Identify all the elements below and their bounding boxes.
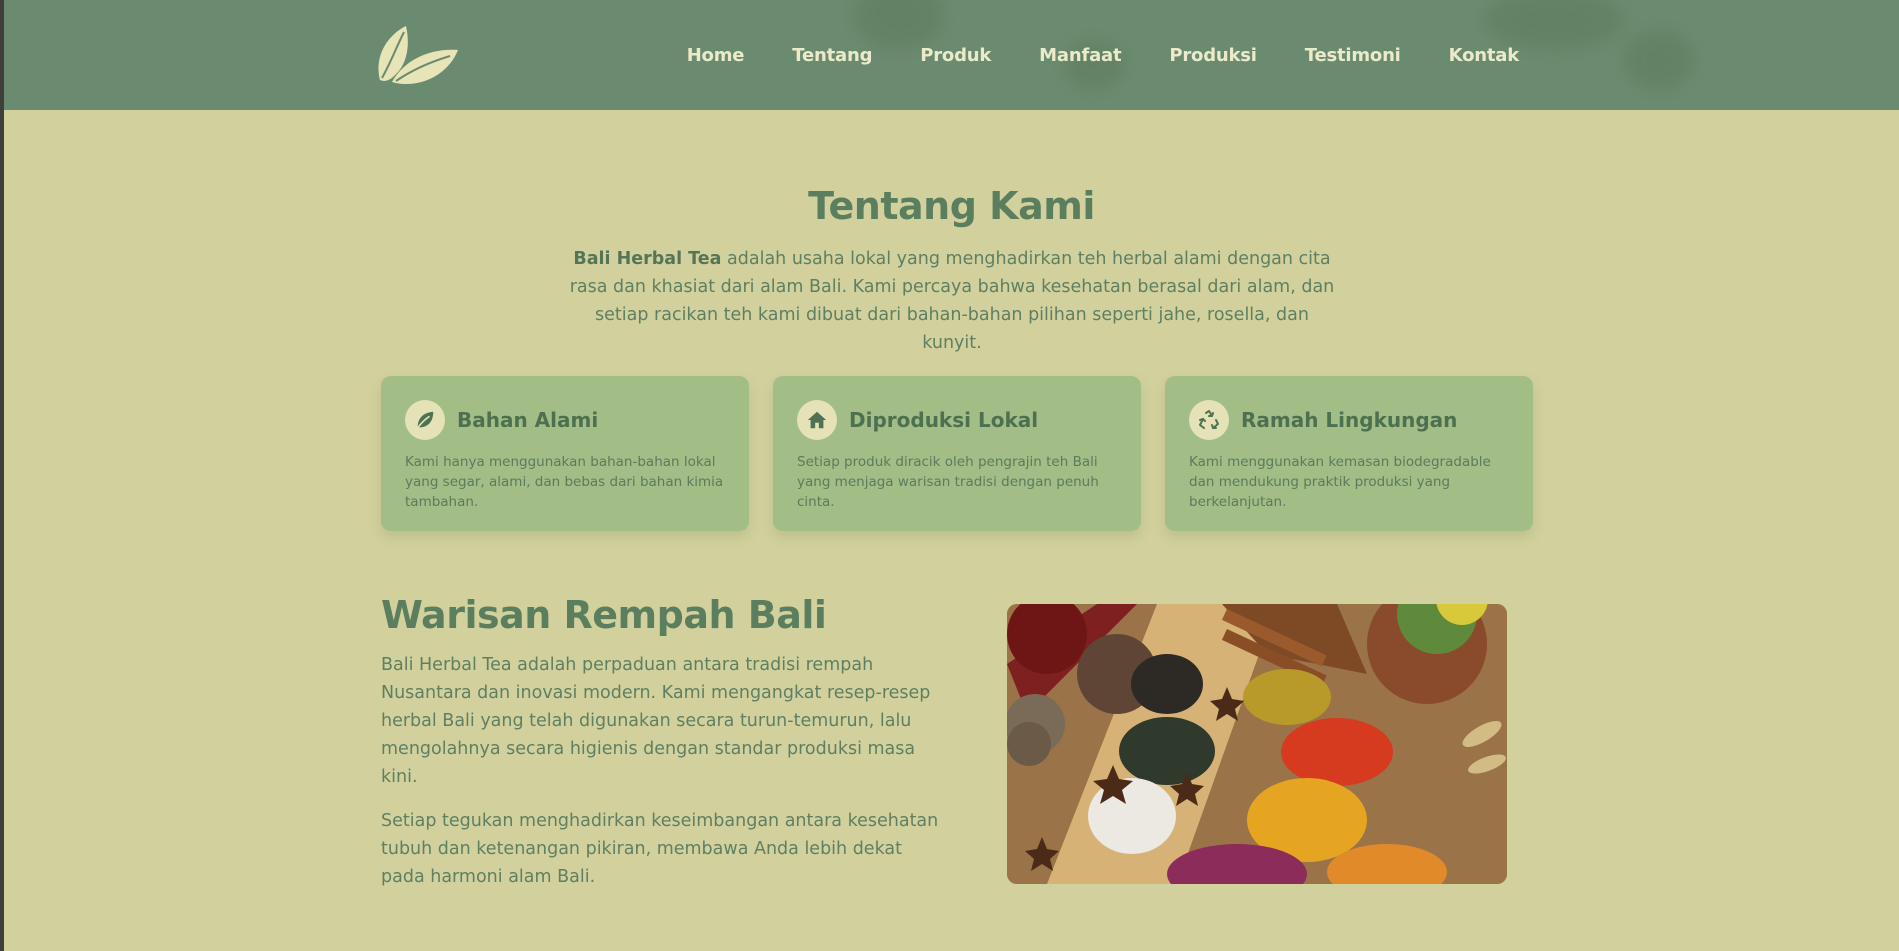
card-text: Kami menggunakan kemasan biodegradable d… xyxy=(1189,454,1491,510)
nav-kontak[interactable]: Kontak xyxy=(1449,45,1520,66)
main-nav: Home Tentang Produk Manfaat Produksi Tes… xyxy=(687,0,1520,110)
about-brand: Bali Herbal Tea xyxy=(573,249,722,269)
recycle-icon xyxy=(1189,400,1229,440)
page: Home Tentang Produk Manfaat Produksi Tes… xyxy=(0,0,1899,951)
leaf-logo-icon[interactable] xyxy=(376,24,460,86)
site-header: Home Tentang Produk Manfaat Produksi Tes… xyxy=(4,0,1899,110)
about-title: Tentang Kami xyxy=(808,184,1095,228)
heritage-paragraph-2: Setiap tegukan menghadirkan keseimbangan… xyxy=(381,811,939,887)
card-title: Diproduksi Lokal xyxy=(849,408,1039,432)
heritage-paragraph-1: Bali Herbal Tea adalah perpaduan antara … xyxy=(381,655,931,787)
card-text: Kami hanya menggunakan bahan-bahan lokal… xyxy=(405,454,724,510)
nav-testimoni[interactable]: Testimoni xyxy=(1305,45,1401,66)
card-title: Ramah Lingkungan xyxy=(1241,408,1458,432)
heritage-title: Warisan Rempah Bali xyxy=(381,593,827,637)
nav-manfaat[interactable]: Manfaat xyxy=(1039,45,1121,66)
leaf-icon xyxy=(405,400,445,440)
spices-photo xyxy=(1007,604,1507,884)
nav-produk[interactable]: Produk xyxy=(920,45,991,66)
nav-home[interactable]: Home xyxy=(687,45,745,66)
nav-produksi[interactable]: Produksi xyxy=(1169,45,1257,66)
nav-tentang[interactable]: Tentang xyxy=(792,45,872,66)
feature-card-ramah-lingkungan: Ramah Lingkungan Kami menggunakan kemasa… xyxy=(1165,376,1533,531)
card-title: Bahan Alami xyxy=(457,408,599,432)
about-description: Bali Herbal Tea adalah usaha lokal yang … xyxy=(564,245,1340,357)
card-text: Setiap produk diracik oleh pengrajin teh… xyxy=(797,454,1099,510)
header-bg-decoration xyxy=(1624,30,1694,90)
feature-card-diproduksi-lokal: Diproduksi Lokal Setiap produk diracik o… xyxy=(773,376,1141,531)
feature-card-bahan-alami: Bahan Alami Kami hanya menggunakan bahan… xyxy=(381,376,749,531)
home-icon xyxy=(797,400,837,440)
feature-cards: Bahan Alami Kami hanya menggunakan bahan… xyxy=(381,376,1533,531)
